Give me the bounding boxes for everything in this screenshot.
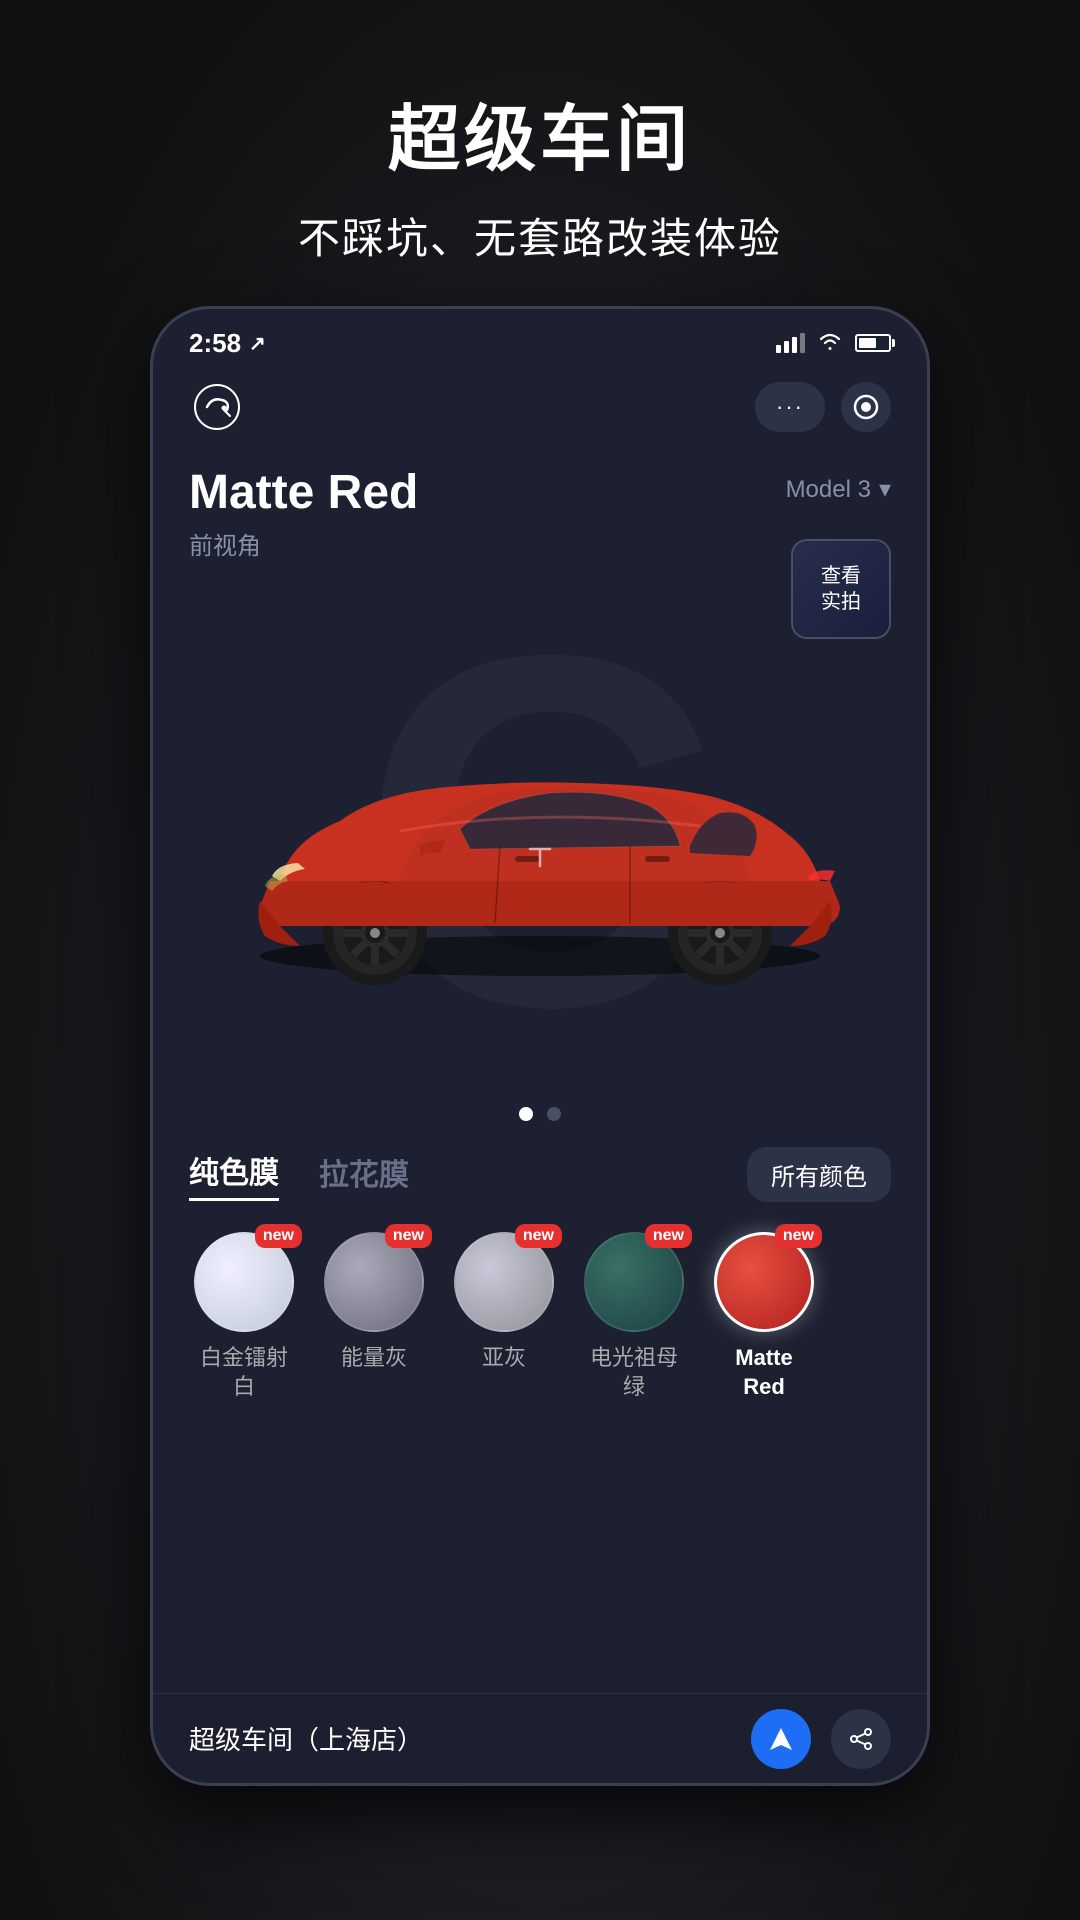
tab-solid-film[interactable]: 纯色膜 (189, 1148, 279, 1201)
swatch-item-green[interactable]: new 电光祖母绿 (579, 1232, 689, 1401)
status-icons (776, 329, 891, 357)
header-actions: ··· (755, 382, 891, 432)
navigate-button[interactable] (751, 1709, 811, 1769)
menu-dots-button[interactable]: ··· (755, 382, 825, 432)
new-badge-lightgray: new (515, 1224, 562, 1248)
chevron-down-icon: ▾ (879, 475, 891, 504)
page-dots (153, 1091, 927, 1137)
new-badge-red: new (775, 1224, 822, 1248)
all-colors-button[interactable]: 所有颜色 (747, 1147, 891, 1202)
store-name: 超级车间（上海店） (189, 1720, 423, 1757)
car-angle: 前视角 (189, 526, 418, 561)
new-badge-gray: new (385, 1224, 432, 1248)
new-badge-white: new (255, 1224, 302, 1248)
page-subtitle: 不踩坑、无套路改装体验 (298, 205, 782, 266)
swatch-item-gray[interactable]: new 能量灰 (319, 1232, 429, 1401)
share-button[interactable] (831, 1709, 891, 1769)
status-time: 2:58 ↗ (189, 328, 266, 359)
swatch-label-green: 电光祖母绿 (590, 1344, 678, 1401)
battery-icon (855, 334, 891, 352)
model-label: Model 3 (786, 476, 871, 504)
signal-bars-icon (776, 333, 805, 353)
wifi-icon (817, 329, 843, 357)
car-name: Matte Red (189, 465, 418, 520)
page-dot-1[interactable] (519, 1107, 533, 1121)
location-icon: ↗ (249, 331, 266, 356)
phone-frame-wrapper: 2:58 ↗ (150, 306, 930, 1920)
model-selector[interactable]: Model 3 ▾ (786, 475, 891, 504)
status-bar: 2:58 ↗ (153, 309, 927, 369)
phone-frame: 2:58 ↗ (150, 306, 930, 1786)
page-dot-2[interactable] (547, 1107, 561, 1121)
swatch-item-lightgray[interactable]: new 亚灰 (449, 1232, 559, 1401)
app-header: ··· (153, 369, 927, 445)
page-title: 超级车间 (298, 80, 782, 185)
top-section: 超级车间 不踩坑、无套路改装体验 (298, 0, 782, 306)
car-image (200, 661, 880, 1001)
app-logo[interactable] (189, 379, 245, 435)
tab-pattern-film[interactable]: 拉花膜 (319, 1150, 409, 1200)
car-display: C (153, 571, 927, 1091)
bottom-bar: 超级车间（上海店） (153, 1693, 927, 1783)
swatch-label-lightgray: 亚灰 (482, 1344, 526, 1373)
swatch-label-white: 白金镭射白 (200, 1344, 288, 1401)
bottom-nav-icons (751, 1709, 891, 1769)
swatch-item-white[interactable]: new 白金镭射白 (189, 1232, 299, 1401)
swatch-item-red[interactable]: new MatteRed (709, 1232, 819, 1401)
record-button[interactable] (841, 382, 891, 432)
color-swatches: new 白金镭射白 new 能量灰 new 亚灰 (153, 1212, 927, 1421)
new-badge-green: new (645, 1224, 692, 1248)
swatch-label-gray: 能量灰 (341, 1344, 407, 1373)
film-tabs: 纯色膜 拉花膜 所有颜色 (153, 1137, 927, 1212)
real-photo-label: 查看实拍 (821, 563, 861, 615)
swatch-label-red: MatteRed (735, 1344, 792, 1401)
